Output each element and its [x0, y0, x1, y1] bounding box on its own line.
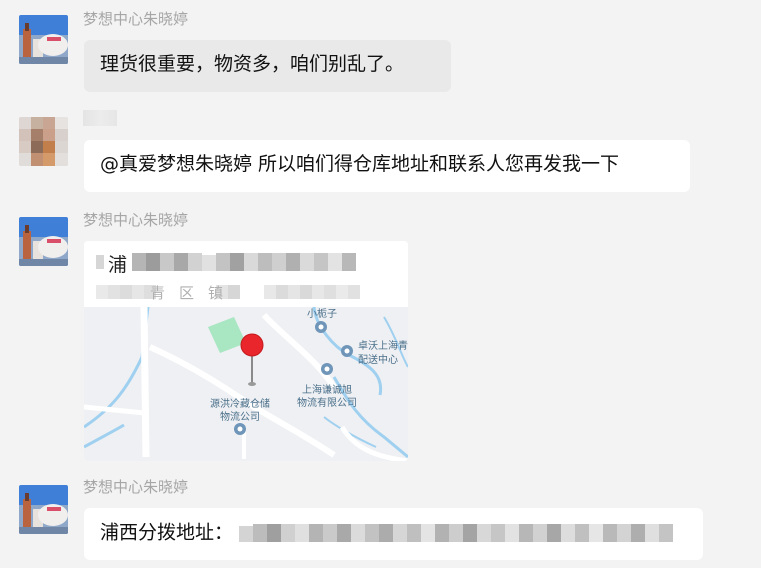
map-preview[interactable]: 小栀子 卓沃上海青 配送中心 上海谦诚旭 物流有限公司 源洪冷藏仓储 物流公司 — [84, 307, 408, 461]
location-title: 浦 — [108, 254, 128, 276]
map-label: 卓沃上海青 — [358, 339, 408, 352]
map-poi-icon — [234, 423, 246, 435]
sender-name: 梦想中心朱晓婷 — [83, 211, 189, 229]
map-label: 物流有限公司 — [297, 396, 357, 409]
location-card[interactable]: 浦 青区镇 小栀子 卓沃上海青 配送中心 上海谦诚旭 物流有限公司 源洪冷藏仓储… — [84, 241, 408, 461]
message-bubble[interactable]: 浦西分拨地址： — [84, 508, 703, 560]
map-label: 小栀子 — [307, 307, 337, 320]
map-poi-icon — [321, 363, 333, 375]
map-label: 物流公司 — [220, 410, 260, 423]
message-text: 浦西分拨地址： — [100, 521, 234, 544]
message-text: @真爱梦想朱晓婷 所以咱们得仓库地址和联系人您再发我一下 — [100, 153, 620, 175]
message-bubble[interactable]: @真爱梦想朱晓婷 所以咱们得仓库地址和联系人您再发我一下 — [84, 140, 690, 192]
map-label: 源洪冷藏仓储 — [210, 397, 270, 410]
avatar[interactable] — [19, 15, 68, 64]
location-header: 浦 青区镇 — [84, 241, 408, 307]
message-bubble[interactable]: 理货很重要，物资多，咱们别乱了。 — [84, 40, 451, 92]
address-mosaic — [239, 524, 674, 542]
avatar[interactable] — [19, 217, 68, 266]
location-title-mosaic — [96, 253, 356, 271]
sender-name-mosaic — [83, 110, 117, 126]
location-address: 青区镇 — [150, 284, 238, 302]
sender-name: 梦想中心朱晓婷 — [83, 478, 189, 496]
map-label: 配送中心 — [358, 353, 398, 366]
avatar[interactable] — [19, 117, 68, 166]
map-label: 上海谦诚旭 — [302, 383, 352, 396]
message-text: 理货很重要，物资多，咱们别乱了。 — [100, 53, 405, 75]
sender-name: 梦想中心朱晓婷 — [83, 10, 189, 28]
map-poi-icon — [315, 321, 327, 333]
map-poi-icon — [341, 345, 353, 357]
avatar[interactable] — [19, 485, 68, 534]
